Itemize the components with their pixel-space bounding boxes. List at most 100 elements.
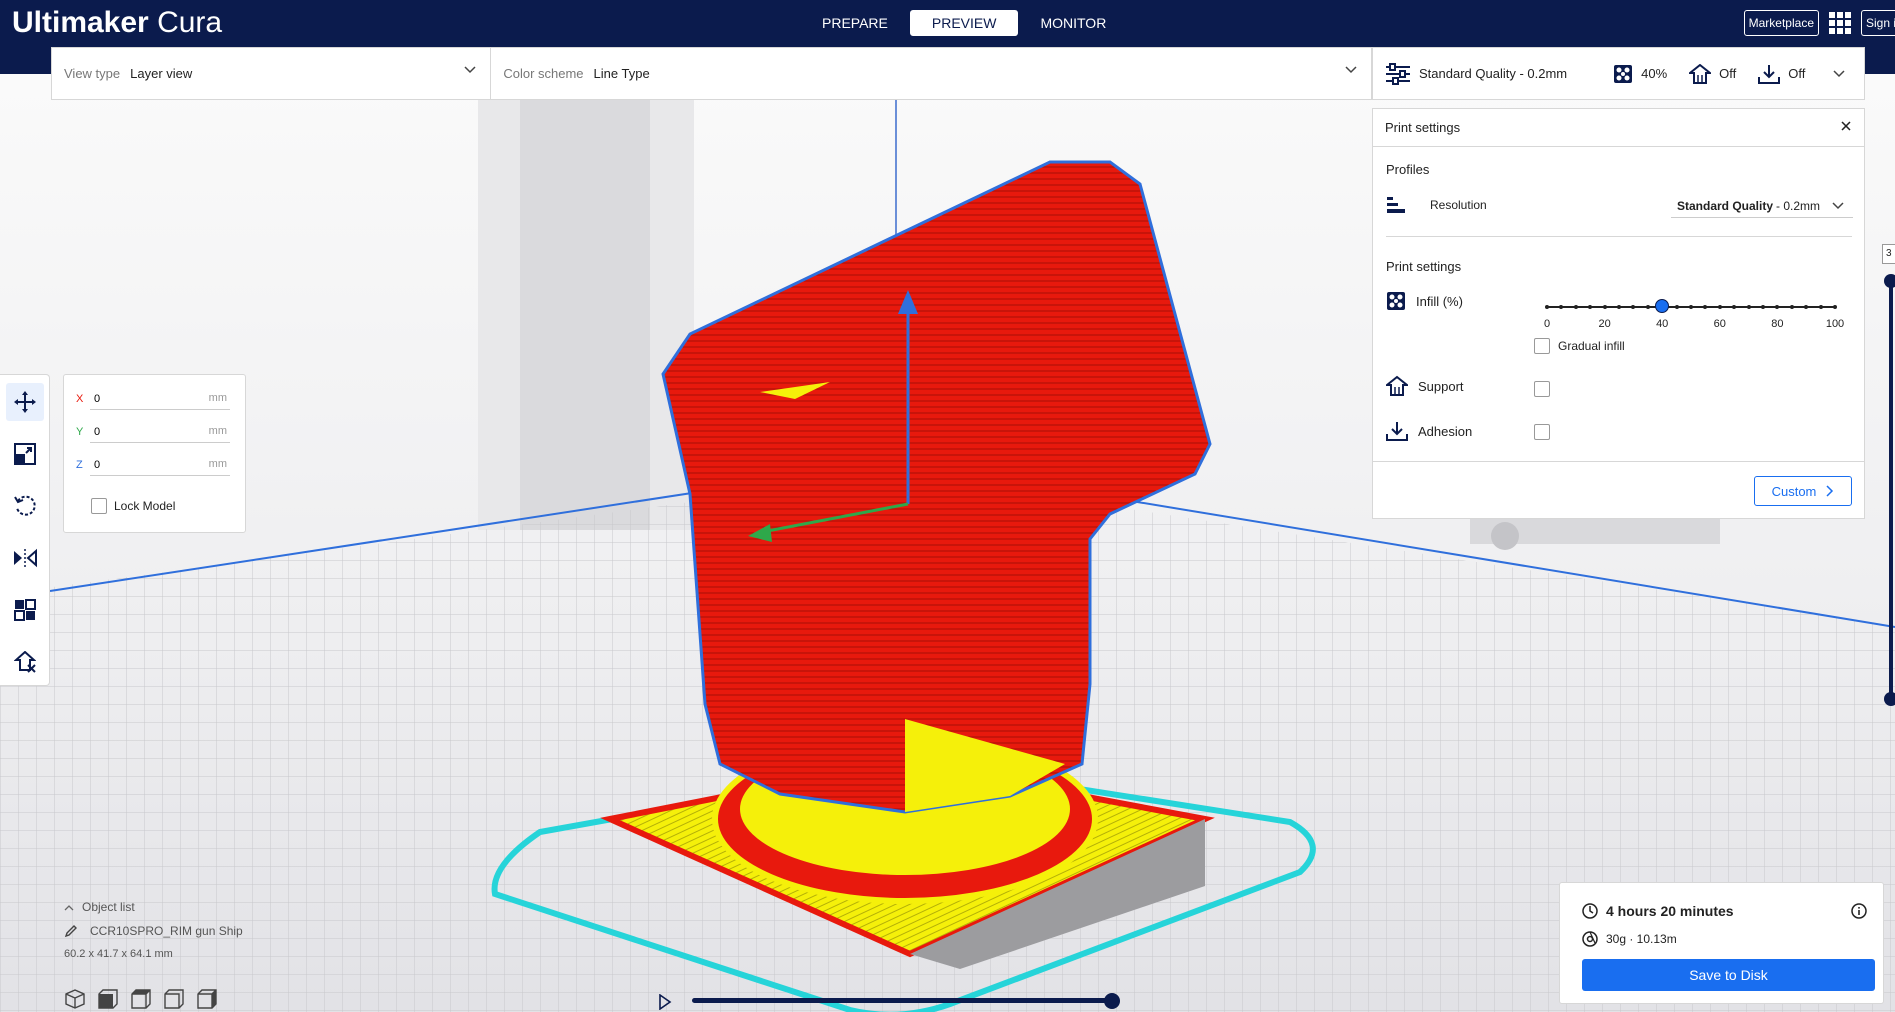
infill-tick-label: 100 [1825,318,1845,330]
close-icon[interactable] [1840,120,1852,132]
layer-slider-upper-handle[interactable] [1884,274,1895,288]
view-3d-button[interactable] [64,988,86,1010]
view-top-button[interactable] [130,988,152,1010]
scale-icon [14,443,36,465]
infill-label: Infill (%) [1416,293,1463,309]
scale-tool[interactable] [6,435,44,473]
rotate-tool[interactable] [6,487,44,525]
summary-adhesion: Off [1788,66,1806,81]
infill-slider-tick [1746,305,1751,309]
tab-prepare[interactable]: PREPARE [800,10,910,36]
infill-slider-tick [1833,305,1837,309]
current-layer-field[interactable]: 3 [1882,244,1895,264]
spool-icon [1582,931,1598,947]
infill-slider[interactable]: 0 20 40 60 80 100 [1544,296,1844,330]
resolution-icon [1387,197,1405,213]
lock-model-checkbox[interactable] [91,498,107,514]
object-item[interactable]: CCR10SPRO_RIM gun Ship [64,924,243,938]
infill-slider-handle[interactable] [1655,299,1670,313]
y-unit: mm [208,425,227,437]
translate-panel: X mm Y mm Z mm Lock Model [63,374,246,533]
tab-monitor[interactable]: MONITOR [1018,10,1128,36]
infill-slider-tick [1645,305,1650,309]
infill-icon [1614,64,1633,83]
view-right-button[interactable] [196,988,218,1010]
app-header: Ultimaker Cura PREPARE PREVIEW MONITOR M… [0,0,1895,48]
object-name: CCR10SPRO_RIM gun Ship [90,924,243,938]
print-time: 4 hours 20 minutes [1606,903,1734,919]
print-settings-heading: Print settings [1386,259,1462,274]
chevron-up-icon [64,904,74,910]
infill-slider-tick [1789,305,1794,309]
gradual-infill-label: Gradual infill [1558,339,1625,353]
chevron-down-icon [464,66,476,74]
material-estimate: 30g · 10.13m [1606,932,1677,946]
resolution-label: Resolution [1430,198,1487,212]
support-icon [1386,375,1408,396]
summary-support: Off [1719,66,1737,81]
app-logo: Ultimaker Cura [12,6,223,39]
summary-infill: 40% [1641,66,1668,81]
layer-slider-track[interactable] [1889,280,1893,700]
info-icon[interactable] [1851,903,1867,919]
infill-tick-label: 60 [1713,318,1726,330]
support-label: Support [1418,378,1464,394]
object-list: Object list CCR10SPRO_RIM gun Ship 60.2 … [64,900,243,960]
resolution-dropdown[interactable]: Standard Quality - 0.2mm [1671,194,1853,218]
sign-in-button[interactable]: Sign in [1861,10,1895,36]
cube-top-icon [131,989,151,1009]
path-slider-track[interactable] [692,998,1112,1003]
mirror-tool[interactable] [6,539,44,577]
infill-slider-tick [1703,305,1708,309]
simulation-bar [658,992,1120,1012]
view-left-button[interactable] [163,988,185,1010]
lock-model-label: Lock Model [114,499,176,513]
clock-icon [1582,903,1598,919]
tab-preview[interactable]: PREVIEW [909,10,1019,36]
layer-slider-lower-handle[interactable] [1884,692,1895,706]
tools-toolbar [0,374,50,686]
support-blocker-tool[interactable] [6,643,44,681]
play-icon[interactable] [658,994,672,1010]
infill-slider-tick [1732,305,1737,309]
adhesion-icon [1386,422,1408,441]
infill-slider-tick [1617,305,1621,309]
apps-grid-icon[interactable] [1829,12,1851,34]
path-slider-handle[interactable] [1104,993,1120,1009]
layer-slider: 3 [1882,244,1895,710]
infill-tick-label: 0 [1543,318,1551,330]
view-front-button[interactable] [97,988,119,1010]
per-model-settings-tool[interactable] [6,591,44,629]
infill-icon [1387,292,1405,310]
view-type-dropdown[interactable]: View type Layer view [52,48,492,99]
z-axis-label: Z [76,459,83,471]
save-to-disk-button[interactable]: Save to Disk [1582,959,1875,991]
infill-slider-tick [1804,305,1809,309]
object-list-toggle[interactable]: Object list [64,900,243,914]
move-tool[interactable] [6,383,44,421]
adhesion-label: Adhesion [1418,423,1473,439]
infill-slider-tick [1573,305,1578,309]
support-checkbox[interactable] [1534,381,1550,397]
panel-divider [1386,236,1852,237]
panel-divider [1373,461,1864,462]
resolution-quality: Standard Quality [1677,198,1774,213]
adhesion-checkbox[interactable] [1534,424,1550,440]
custom-settings-button[interactable]: Custom [1754,476,1852,506]
color-scheme-dropdown[interactable]: Color scheme Line Type [491,48,1371,99]
marketplace-button[interactable]: Marketplace [1743,10,1819,36]
resolution-layer: - 0.2mm [1776,198,1821,213]
view-type-label: View type [64,66,121,81]
panel-title: Print settings [1385,120,1461,135]
gradual-infill-checkbox[interactable] [1534,338,1550,354]
mirror-icon [14,548,37,568]
infill-slider-tick [1717,305,1722,309]
chevron-down-icon [1345,66,1357,74]
z-unit: mm [208,458,227,470]
print-settings-summary[interactable]: Standard Quality - 0.2mm 40% Off Off [1372,47,1865,100]
chevron-down-icon [1832,201,1844,209]
object-list-label: Object list [82,900,135,914]
lock-model-toggle[interactable]: Lock Model [91,498,175,514]
infill-slider-tick [1761,305,1765,309]
infill-tick-label: 40 [1656,318,1669,330]
